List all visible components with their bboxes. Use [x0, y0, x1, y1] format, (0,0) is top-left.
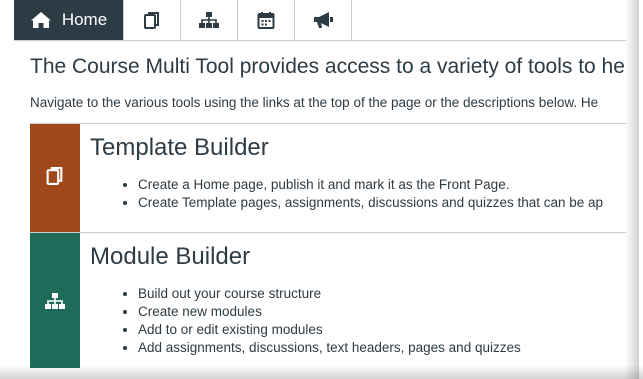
- list-item: Build out your course structure: [138, 285, 521, 303]
- intro-text: The Course Multi Tool provides access to…: [30, 55, 626, 78]
- torn-bottom-shadow: [0, 365, 643, 379]
- list-item: Create Template pages, assignments, disc…: [138, 194, 603, 212]
- list-item: Create a Home page, publish it and mark …: [138, 176, 603, 194]
- torn-edge-shadow: [625, 0, 639, 379]
- template-builder-swatch[interactable]: [30, 124, 80, 232]
- section-title: Module Builder: [90, 243, 251, 270]
- navigate-text: Navigate to the various tools using the …: [30, 95, 599, 110]
- calendar-icon: [257, 11, 275, 29]
- section-template-builder: Template Builder Create a Home page, pub…: [30, 123, 626, 232]
- tab-home-label: Home: [61, 10, 108, 29]
- copy-icon: [144, 11, 160, 30]
- tab-home[interactable]: Home: [14, 0, 124, 40]
- page-frame: Home The Course Multi Tool provides acce…: [14, 0, 626, 368]
- list-item: Add to or edit existing modules: [138, 321, 521, 339]
- module-builder-swatch[interactable]: [30, 233, 80, 368]
- tab-announcements[interactable]: [295, 0, 352, 40]
- bullhorn-icon: [312, 11, 334, 29]
- copy-icon: [46, 166, 64, 191]
- tool-tab-bar: Home: [14, 0, 626, 41]
- tab-module-builder[interactable]: [181, 0, 238, 40]
- list-item: Create new modules: [138, 303, 521, 321]
- home-icon: [30, 11, 52, 29]
- list-item: Add assignments, discussions, text heade…: [138, 339, 521, 357]
- feature-list: Create a Home page, publish it and mark …: [90, 176, 603, 212]
- section-title: Template Builder: [90, 134, 269, 161]
- tab-calendar[interactable]: [238, 0, 295, 40]
- tab-template-builder[interactable]: [124, 0, 181, 40]
- sitemap-icon: [44, 292, 66, 315]
- sitemap-icon: [198, 11, 220, 29]
- feature-list: Build out your course structure Create n…: [90, 285, 521, 357]
- section-module-builder: Module Builder Build out your course str…: [30, 232, 626, 368]
